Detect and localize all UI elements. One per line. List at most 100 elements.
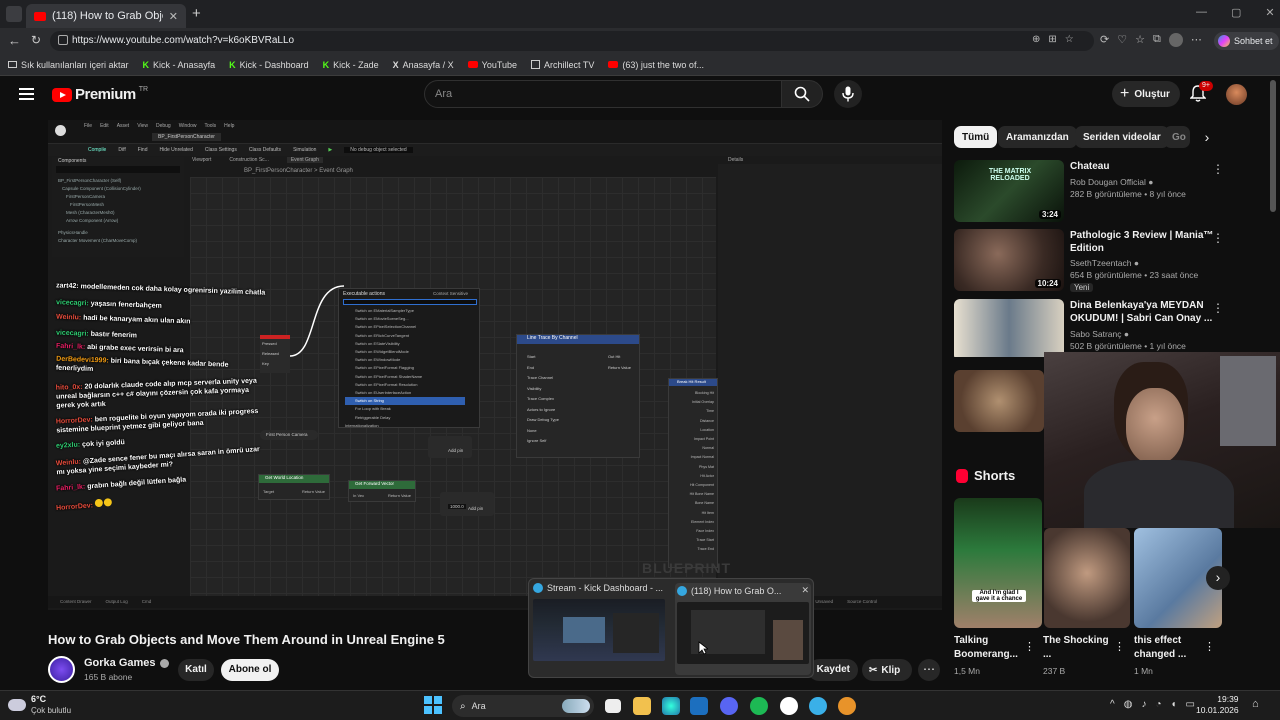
task-view-icon[interactable]	[605, 699, 621, 713]
add-node[interactable]: Add pin	[428, 436, 472, 458]
search-button[interactable]	[781, 80, 823, 108]
input-event-node[interactable]: Pressed Released Key	[260, 335, 290, 373]
debug-object-select[interactable]: No debug object selected	[344, 147, 413, 153]
context-item[interactable]: Switch on EUserInterfaceAction	[355, 389, 465, 397]
context-item[interactable]: Switch on ESlateVisibility	[355, 340, 465, 348]
break-hit-result-node[interactable]: Break Hit Result Blocking Hit Initial Ov…	[668, 378, 718, 568]
site-info-icon[interactable]	[58, 35, 68, 45]
more-menu-icon[interactable]: ⋯	[1191, 33, 1202, 47]
first-person-camera-node[interactable]: First Person Camera	[260, 430, 318, 440]
video-thumbnail[interactable]	[954, 299, 1064, 357]
context-item[interactable]: Switch on EPixelFormat Resolution	[355, 381, 465, 389]
context-item[interactable]: Switch on EWindowMode	[355, 356, 465, 364]
play-icon[interactable]: ▶	[328, 147, 332, 153]
recommendation-item[interactable]: THE MATRIX RELOADED 3:24 Chateau Rob Dou…	[954, 160, 1280, 224]
video-thumbnail[interactable]	[954, 370, 1044, 432]
component-item[interactable]: Arrow Component (Arrow)	[58, 217, 141, 225]
context-item[interactable]: Switch on EPixelFormat Flagging	[355, 364, 465, 372]
recommendation-item[interactable]: Dina Belenkaya'ya MEYDAN OKUDUM! | Sabri…	[954, 299, 1280, 357]
favorites-icon[interactable]: ⧉	[1153, 33, 1161, 47]
more-actions-button[interactable]: ⋯	[918, 659, 940, 681]
youtube-premium-logo[interactable]: Premium TR	[52, 86, 148, 103]
component-item[interactable]: Mesh (CharacterMesh0)	[58, 209, 141, 217]
minimize-icon[interactable]: —	[1196, 6, 1207, 19]
line-trace-node[interactable]: Line Trace By Channel Start End Trace Ch…	[516, 334, 640, 458]
component-item[interactable]: Capsule Component (CollisionCylinder)	[58, 185, 141, 193]
context-item[interactable]: Switch on EPixelFormat ShaderName	[355, 373, 465, 381]
context-item[interactable]: Switch on ERichCurveTangent	[355, 332, 465, 340]
apps-icon[interactable]: ⊞	[1048, 34, 1056, 45]
simulation-button[interactable]: Simulation	[293, 147, 316, 153]
component-item[interactable]: PhysicsHandle	[58, 229, 141, 237]
menu-item[interactable]: Tools	[204, 123, 216, 129]
volume-icon[interactable]: ◖	[1170, 699, 1176, 710]
get-world-location-node[interactable]: Get World Location Target Return Value	[258, 474, 330, 500]
context-item[interactable]: Switch on EWidgetBlendMode	[355, 348, 465, 356]
video-thumbnail[interactable]: THE MATRIX RELOADED 3:24	[954, 160, 1064, 222]
more-vertical-icon[interactable]: ⋮	[1212, 231, 1224, 245]
edge-icon[interactable]	[662, 697, 680, 715]
chip-more[interactable]: Go	[1164, 126, 1190, 148]
save-button[interactable]: Kaydet	[808, 659, 858, 681]
bookmark-kick-zade[interactable]: K Kick - Zade	[323, 60, 379, 70]
join-button[interactable]: Katıl	[178, 659, 214, 681]
tab-viewport[interactable]: Viewport	[192, 157, 211, 163]
close-icon[interactable]: ✕	[169, 10, 178, 23]
menu-item[interactable]: View	[137, 123, 148, 129]
translate-icon[interactable]: ⊕	[1032, 34, 1040, 45]
multiply-node[interactable]: 1000.0 Add pin	[440, 492, 494, 516]
context-item[interactable]: Switch on EMovieSceneSeg...	[355, 315, 465, 323]
start-button[interactable]	[424, 696, 442, 714]
component-item[interactable]: FirstPersonCamera	[58, 193, 141, 201]
compile-button[interactable]: Compile	[88, 147, 106, 153]
maximize-icon[interactable]: ▢	[1231, 6, 1241, 19]
diff-button[interactable]: Diff	[118, 147, 125, 153]
close-icon[interactable]: ✕	[801, 585, 809, 596]
weather-widget[interactable]: 6°C Çok bulutlu	[8, 694, 71, 716]
copilot-button[interactable]: Sohbet et	[1214, 32, 1279, 50]
context-item-selected[interactable]: Switch on String	[345, 397, 465, 406]
menu-item[interactable]: Edit	[100, 123, 109, 129]
find-button[interactable]: Find	[138, 147, 148, 153]
bookmark-just-the-two[interactable]: (63) just the two of...	[608, 60, 704, 70]
window-close-icon[interactable]: ✕	[1265, 6, 1274, 19]
menu-item[interactable]: File	[84, 123, 92, 129]
video-thumbnail[interactable]: 10:24	[954, 229, 1064, 291]
address-field[interactable]: https://www.youtube.com/watch?v=k6oKBVRa…	[50, 31, 1094, 51]
bookmark-x[interactable]: X Anasayfa / X	[393, 60, 454, 70]
tab-preview-item-active[interactable]: (118) How to Grab O... ✕	[675, 583, 811, 675]
subscribe-button[interactable]: Abone ol	[221, 659, 279, 681]
bookmark-import[interactable]: Sık kullanılanları içeri aktar	[8, 60, 129, 70]
tab-preview-item[interactable]: Stream - Kick Dashboard - ...	[533, 583, 669, 675]
tab-actions-icon[interactable]	[6, 6, 22, 22]
browser-essentials-icon[interactable]: ♡	[1117, 33, 1127, 47]
tray-app-icon[interactable]: ◍	[1124, 699, 1133, 710]
taskbar-search[interactable]: ⌕ Ara	[452, 695, 594, 717]
context-menu[interactable]: Executable actions Context Sensitive Swi…	[338, 288, 480, 428]
steam-icon[interactable]	[690, 697, 708, 715]
tab-active[interactable]: (118) How to Grab Objects and M ✕	[26, 4, 186, 28]
tab-event-graph[interactable]: Event Graph	[286, 157, 323, 163]
page-scrollbar[interactable]	[1270, 80, 1276, 212]
create-button[interactable]: + Oluştur	[1112, 81, 1180, 107]
new-tab-button[interactable]: +	[192, 5, 201, 22]
network-icon[interactable]: ◔	[1155, 699, 1161, 710]
tab-construction[interactable]: Construction Sc...	[229, 157, 268, 163]
notifications-button[interactable]: 9+	[1190, 81, 1213, 103]
chips-next-button[interactable]: ›	[1196, 126, 1218, 148]
recommendation-item[interactable]: 10:24 Pathologic 3 Review | Mania™ Editi…	[954, 229, 1280, 293]
search-input[interactable]: Ara	[424, 80, 782, 108]
component-item[interactable]: FirstPersonMesh	[58, 201, 141, 209]
hamburger-menu-icon[interactable]	[19, 88, 34, 100]
battery-icon[interactable]: ▭	[1186, 699, 1195, 710]
menu-item[interactable]: Window	[179, 123, 197, 129]
notification-center-icon[interactable]: ⌂	[1252, 698, 1259, 710]
collections-icon[interactable]: ☆	[1135, 33, 1145, 47]
clip-button[interactable]: ✂ Klip	[862, 659, 912, 681]
context-item[interactable]: For Loop with Break	[355, 405, 465, 413]
context-sensitive-checkbox[interactable]: Context Sensitive	[433, 291, 468, 296]
context-search-input[interactable]	[343, 299, 477, 305]
more-vertical-icon[interactable]: ⋮	[1212, 162, 1224, 176]
discord-icon[interactable]	[720, 697, 738, 715]
bookmark-archillect[interactable]: Archillect TV	[531, 60, 594, 70]
